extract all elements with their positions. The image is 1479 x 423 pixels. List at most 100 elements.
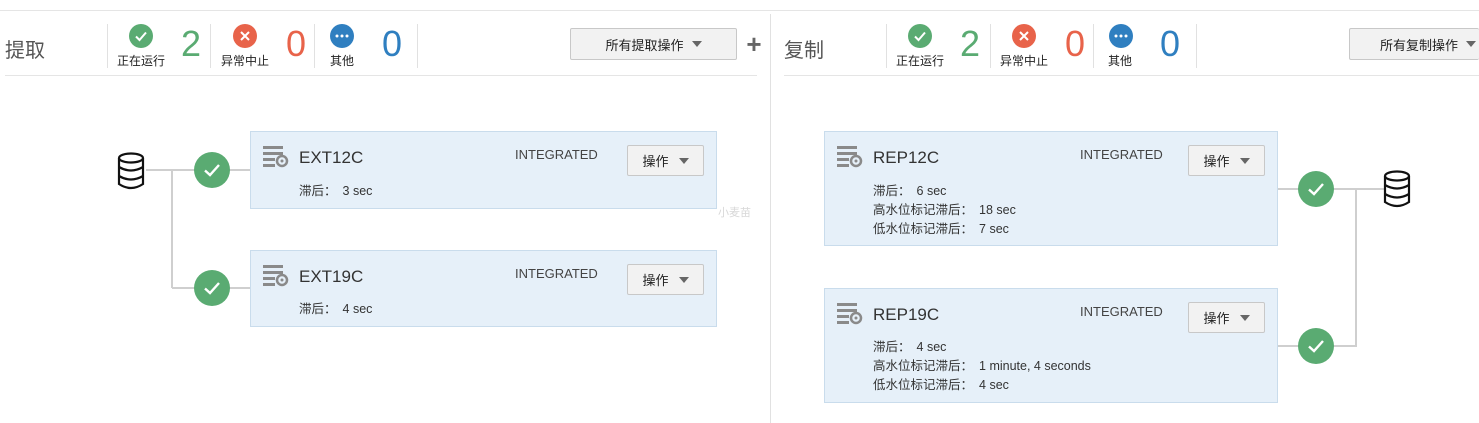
header-underline [784,75,1479,76]
process-card-rep19c[interactable]: REP19C INTEGRATED 操作 滞后： 4 sec 高水位标记滞后： 1 … [824,288,1278,403]
header-separator [107,24,108,68]
process-settings-icon [837,146,863,173]
process-card-ext19c[interactable]: EXT19C INTEGRATED 操作 滞后： 4 sec [250,250,717,327]
stat-aborted[interactable]: 异常中止 0 [997,23,1097,69]
header-separator [1196,24,1197,68]
button-label: 操作 [642,154,669,169]
stat-aborted[interactable]: 异常中止 0 [218,23,318,69]
x-icon [233,24,257,48]
high-watermark-lag-row: 高水位标记滞后： 18 sec [873,199,1016,218]
process-card-ext12c[interactable]: EXT12C INTEGRATED 操作 滞后： 3 sec [250,131,717,209]
process-mode: INTEGRATED [515,147,598,162]
lag-value: 4 sec [916,340,947,354]
process-name: REP12C [873,148,940,167]
stat-count: 0 [1065,23,1086,64]
header-separator [990,24,991,68]
process-settings-icon [263,265,289,292]
panel-divider [770,14,771,423]
chevron-down-icon [1239,157,1250,164]
lag-label: 滞后： [873,340,911,354]
button-label: 操作 [642,273,669,288]
stat-label: 其他 [330,54,355,68]
chevron-down-icon [691,41,702,47]
process-actions-button[interactable]: 操作 [1188,145,1265,176]
connector-line [1278,345,1300,347]
high-watermark-lag-row: 高水位标记滞后： 1 minute, 4 seconds [873,355,1091,374]
all-extract-actions-button[interactable]: 所有提取操作 [570,28,737,60]
chevron-down-icon [1466,41,1477,47]
header-separator [314,24,315,68]
stat-running[interactable]: 正在运行 2 [894,23,994,69]
lag-row: 滞后： 6 sec [873,180,946,199]
status-running-check-icon [194,270,230,306]
database-icon [1382,170,1412,213]
lag-label: 低水位标记滞后： [873,378,974,392]
status-running-check-icon [194,152,230,188]
stat-other[interactable]: 其他 0 [1100,23,1190,69]
stat-count: 0 [286,23,307,64]
lag-value: 6 sec [916,184,947,198]
status-running-check-icon [1298,171,1334,207]
process-actions-button[interactable]: 操作 [627,264,704,295]
check-icon [908,24,932,48]
lag-label: 滞后： [299,184,337,198]
lag-label: 高水位标记滞后： [873,359,974,373]
stat-label: 正在运行 [896,54,945,68]
stat-label: 异常中止 [1000,54,1049,68]
check-icon [129,24,153,48]
extract-title: 提取 [5,40,45,62]
connector-line [1278,188,1300,190]
watermark-text: 小麦苗 [718,207,751,219]
process-settings-icon [837,303,863,330]
lag-value: 3 sec [342,184,373,198]
all-replicat-actions-button[interactable]: 所有复制操作 [1349,28,1479,60]
stat-label: 其他 [1108,54,1133,68]
lag-value: 4 sec [979,378,1009,392]
lag-row: 滞后： 3 sec [299,180,372,199]
header-separator [886,24,887,68]
top-border [0,10,1479,11]
stat-running[interactable]: 正在运行 2 [115,23,215,69]
status-running-check-icon [1298,328,1334,364]
stat-count: 2 [181,23,202,64]
lag-label: 低水位标记滞后： [873,222,974,236]
connector-line [228,169,251,171]
process-card-rep12c[interactable]: REP12C INTEGRATED 操作 滞后： 6 sec 高水位标记滞后： 18… [824,131,1278,246]
process-mode: INTEGRATED [515,266,598,281]
connector-line [1332,188,1384,190]
process-settings-icon [263,146,289,173]
button-label: 所有提取操作 [605,37,684,53]
chevron-down-icon [678,276,689,283]
low-watermark-lag-row: 低水位标记滞后： 7 sec [873,218,1009,237]
stat-other[interactable]: 其他 0 [322,24,412,68]
connector-line [228,287,251,289]
process-name: EXT19C [299,267,364,286]
process-mode: INTEGRATED [1080,147,1163,162]
lag-label: 滞后： [873,184,911,198]
header-underline [5,75,757,76]
header-separator [210,24,211,68]
stat-label: 正在运行 [117,54,166,68]
lag-value: 7 sec [979,222,1009,236]
lag-value: 18 sec [979,203,1016,217]
process-actions-button[interactable]: 操作 [627,145,704,176]
add-icon[interactable]: + [744,31,764,57]
process-name: REP19C [873,305,940,324]
lag-value: 1 minute, 4 seconds [979,359,1091,373]
header-separator [1093,24,1094,68]
stat-count: 0 [1160,23,1181,64]
lag-label: 高水位标记滞后： [873,203,974,217]
x-icon [1012,24,1036,48]
stat-count: 2 [960,23,981,64]
button-label: 所有复制操作 [1380,37,1459,53]
lag-row: 滞后： 4 sec [873,336,946,355]
process-actions-button[interactable]: 操作 [1188,302,1265,333]
chevron-down-icon [678,157,689,164]
connector-line [1332,345,1357,347]
button-label: 操作 [1203,154,1230,169]
process-mode: INTEGRATED [1080,304,1163,319]
process-name: EXT12C [299,148,364,167]
low-watermark-lag-row: 低水位标记滞后： 4 sec [873,374,1009,393]
lag-label: 滞后： [299,302,337,316]
lag-row: 滞后： 4 sec [299,298,372,317]
